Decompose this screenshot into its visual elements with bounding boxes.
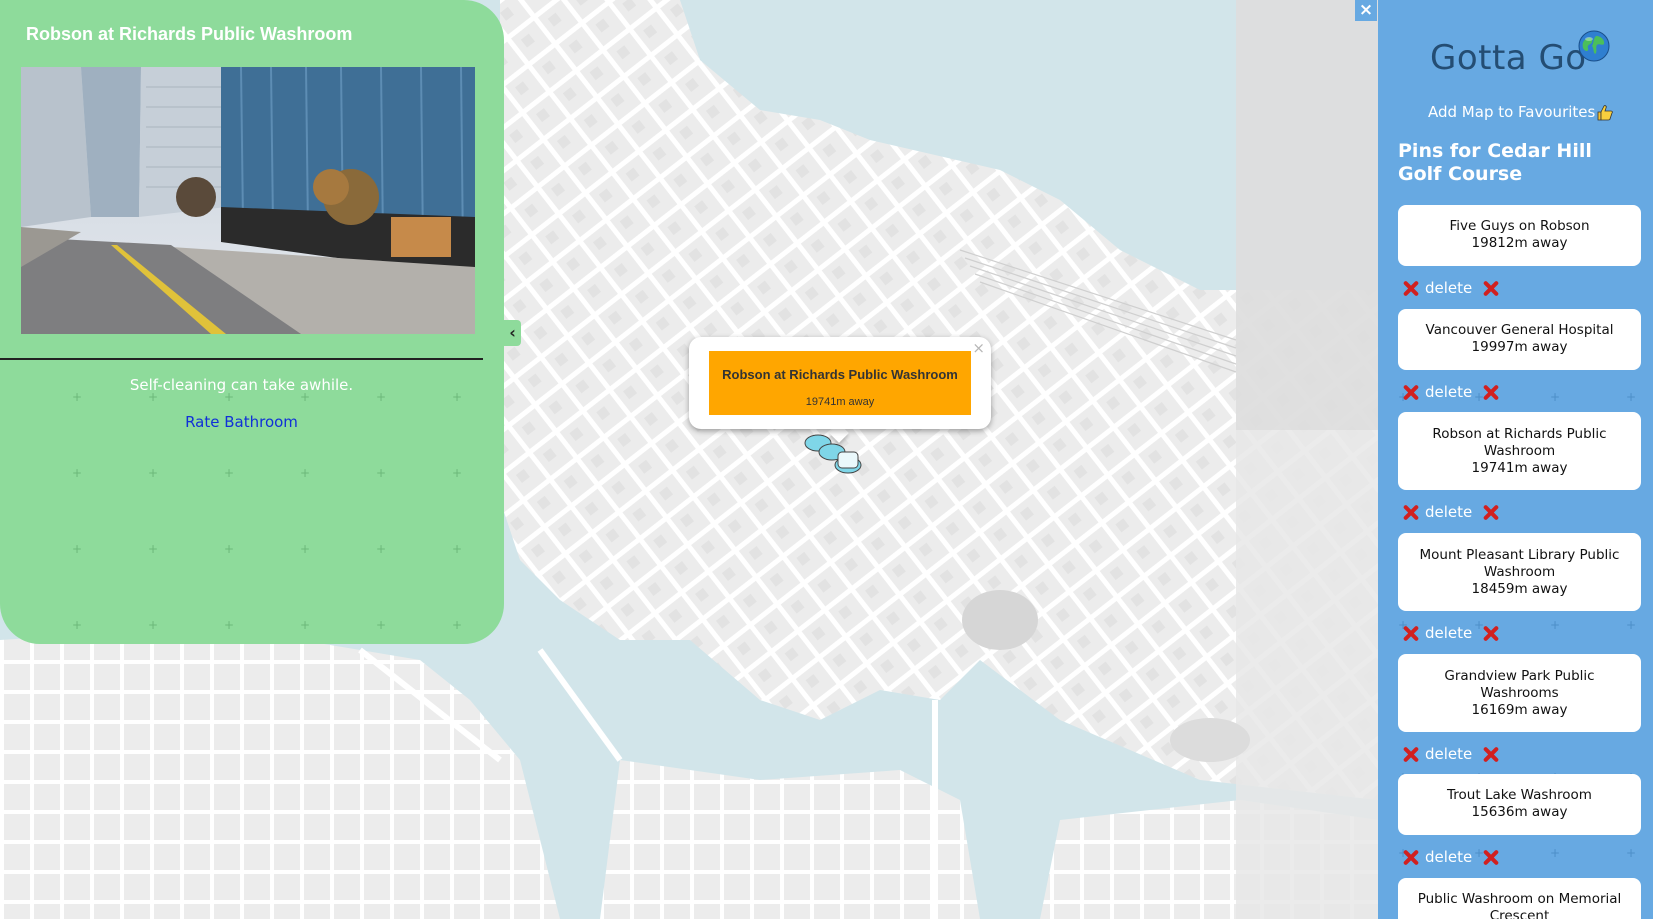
- delete-pin-button[interactable]: delete: [1402, 502, 1499, 522]
- plus-decoration: +: [452, 618, 463, 632]
- delete-x-icon: [1402, 384, 1419, 401]
- delete-label: delete: [1425, 848, 1473, 866]
- plus-decoration: +: [300, 618, 311, 632]
- plus-decoration: +: [1626, 618, 1637, 632]
- plus-decoration: +: [224, 542, 235, 556]
- delete-x-icon: [1402, 625, 1419, 642]
- sidebar: ++++++++++++++++++++++++++++ Gotta Go Ad…: [1378, 0, 1653, 919]
- divider: [0, 358, 483, 360]
- plus-decoration: +: [376, 542, 387, 556]
- popup-title: Robson at Richards Public Washroom: [722, 367, 958, 382]
- plus-decoration: +: [376, 466, 387, 480]
- delete-x-icon: [1482, 746, 1499, 763]
- plus-decoration: +: [148, 542, 159, 556]
- pin-distance: 19997m away: [1471, 339, 1568, 355]
- pin-card[interactable]: Robson at Richards Public Washroom 19741m…: [1398, 412, 1641, 490]
- plus-decoration: +: [148, 618, 159, 632]
- delete-pin-button[interactable]: delete: [1402, 847, 1499, 867]
- pin-name: Five Guys on Robson: [1449, 218, 1590, 234]
- washroom-detail-panel: + + + + + + + + + + + + + + + + + + + + + + + + Robson at Richa…: [0, 0, 504, 644]
- pin-name: Public Washroom on Memorial Crescent: [1417, 891, 1622, 919]
- app-title: Gotta Go: [1430, 38, 1587, 78]
- plus-decoration: +: [452, 542, 463, 556]
- globe-icon: [1578, 30, 1610, 62]
- street-photo: [21, 67, 475, 334]
- pin-distance: 16169m away: [1471, 702, 1568, 718]
- plus-decoration: +: [72, 542, 83, 556]
- thumbs-up-icon[interactable]: [1596, 104, 1614, 122]
- delete-x-icon: [1482, 625, 1499, 642]
- delete-label: delete: [1425, 279, 1473, 297]
- delete-x-icon: [1482, 384, 1499, 401]
- pin-distance: 18459m away: [1471, 581, 1568, 597]
- delete-x-icon: [1402, 280, 1419, 297]
- pin-distance: 19812m away: [1471, 235, 1568, 251]
- plus-decoration: +: [224, 466, 235, 480]
- add-favourites-link[interactable]: Add Map to Favourites: [1428, 103, 1595, 121]
- delete-label: delete: [1425, 745, 1473, 763]
- plus-decoration: +: [148, 466, 159, 480]
- pin-card[interactable]: Mount Pleasant Library Public Washroom 18…: [1398, 533, 1641, 611]
- plus-decoration: +: [1550, 846, 1561, 860]
- pin-distance: 15636m away: [1471, 804, 1568, 820]
- delete-label: delete: [1425, 383, 1473, 401]
- detail-title: Robson at Richards Public Washroom: [26, 24, 353, 44]
- plus-decoration: +: [452, 466, 463, 480]
- rate-bathroom-link[interactable]: Rate Bathroom: [0, 413, 483, 431]
- plus-decoration: +: [300, 542, 311, 556]
- delete-x-icon: [1402, 746, 1419, 763]
- pin-distance: 19741m away: [1471, 460, 1568, 476]
- washroom-note: Self-cleaning can take awhile.: [129, 376, 354, 394]
- popup-close-icon[interactable]: ×: [972, 339, 985, 357]
- pin-card[interactable]: Public Washroom on Memorial Crescent: [1398, 878, 1641, 919]
- popup-distance: 19741m away: [805, 396, 875, 408]
- delete-label: delete: [1425, 503, 1473, 521]
- pins-heading: Pins for Cedar Hill Golf Course: [1398, 140, 1592, 185]
- delete-x-icon: [1482, 280, 1499, 297]
- plus-decoration: +: [1550, 618, 1561, 632]
- plus-decoration: +: [224, 618, 235, 632]
- pin-card[interactable]: Five Guys on Robson 19812m away: [1398, 205, 1641, 266]
- delete-x-icon: [1482, 849, 1499, 866]
- pin-name: Mount Pleasant Library Public Washroom: [1419, 547, 1620, 580]
- pin-card[interactable]: Grandview Park Public Washrooms 16169m aw…: [1398, 654, 1641, 732]
- pin-name: Robson at Richards Public Washroom: [1432, 426, 1607, 459]
- delete-label: delete: [1425, 624, 1473, 642]
- plus-decoration: +: [72, 618, 83, 632]
- pin-name: Grandview Park Public Washrooms: [1444, 668, 1595, 701]
- plus-decoration: +: [1626, 846, 1637, 860]
- delete-pin-button[interactable]: delete: [1402, 278, 1499, 298]
- delete-pin-button[interactable]: delete: [1402, 623, 1499, 643]
- plus-decoration: +: [1626, 390, 1637, 404]
- collapse-panel-button[interactable]: ‹: [504, 320, 521, 346]
- popup-content: Robson at Richards Public Washroom 19741…: [709, 351, 971, 415]
- pin-name: Vancouver General Hospital: [1425, 322, 1614, 338]
- plus-decoration: +: [300, 466, 311, 480]
- delete-x-icon: [1402, 849, 1419, 866]
- plus-decoration: +: [1550, 390, 1561, 404]
- pin-card[interactable]: Vancouver General Hospital 19997m away: [1398, 309, 1641, 370]
- map-popup: × Robson at Richards Public Washroom 197…: [689, 337, 991, 429]
- delete-x-icon: [1482, 504, 1499, 521]
- plus-decoration: +: [376, 618, 387, 632]
- pin-name: Trout Lake Washroom: [1447, 787, 1592, 803]
- delete-x-icon: [1402, 504, 1419, 521]
- delete-pin-button[interactable]: delete: [1402, 744, 1499, 764]
- delete-pin-button[interactable]: delete: [1402, 382, 1499, 402]
- sidebar-close-button[interactable]: ×: [1355, 0, 1377, 21]
- pin-card[interactable]: Trout Lake Washroom 15636m away: [1398, 774, 1641, 835]
- plus-decoration: +: [72, 466, 83, 480]
